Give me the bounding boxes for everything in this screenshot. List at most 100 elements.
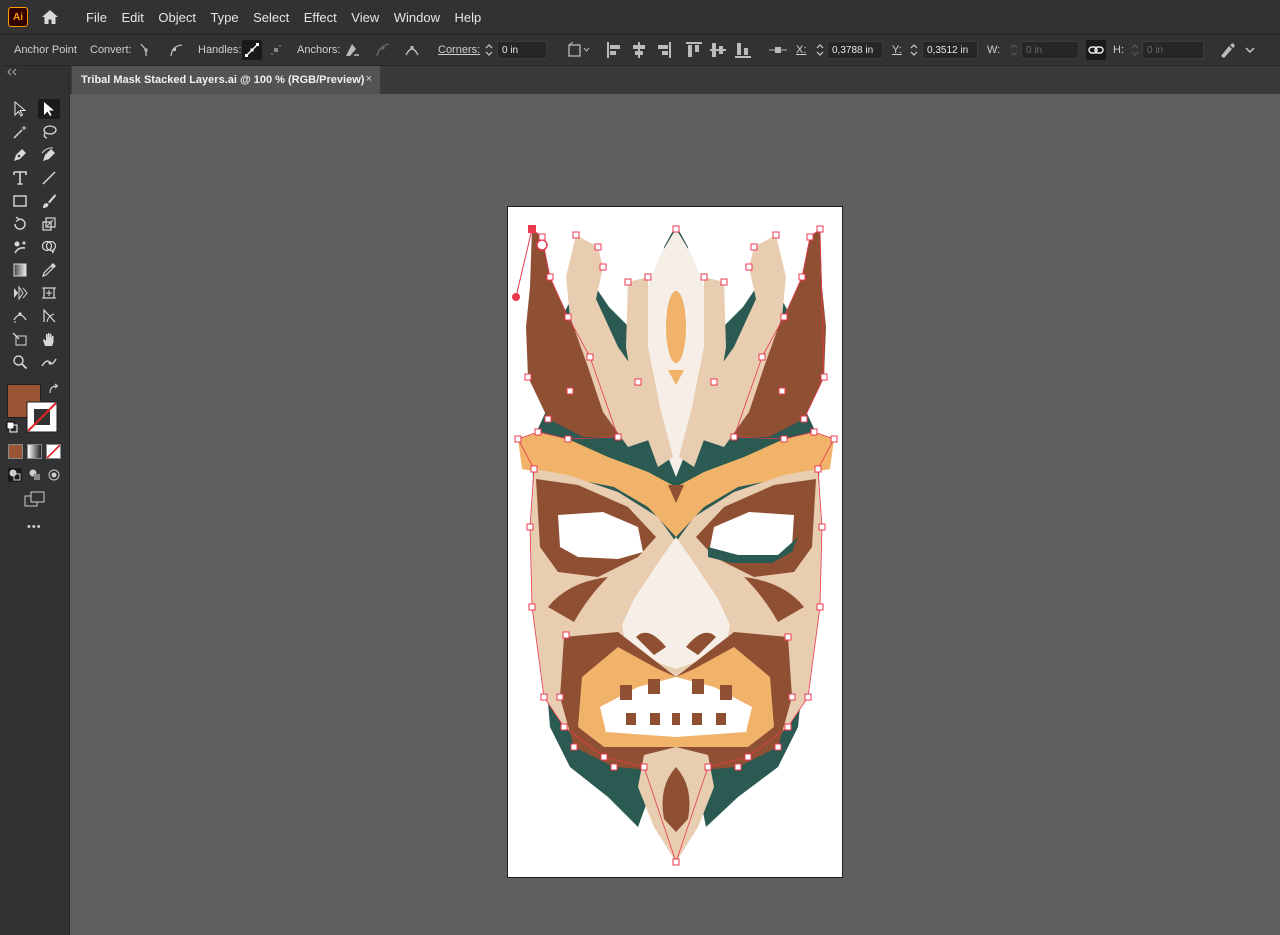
anchor-point[interactable] xyxy=(816,225,824,233)
corners-stepper-icon[interactable] xyxy=(484,42,494,58)
eyedropper-tool[interactable] xyxy=(38,260,60,280)
h-stepper-icon[interactable] xyxy=(1130,42,1140,58)
scale-tool[interactable] xyxy=(38,214,60,234)
anchor-point[interactable] xyxy=(788,693,796,701)
color-mode-button[interactable] xyxy=(8,444,23,459)
collapse-panel-icon[interactable] xyxy=(6,68,18,76)
remove-anchor-icon[interactable] xyxy=(343,41,361,59)
magic-wand-tool[interactable] xyxy=(9,122,31,142)
type-tool[interactable] xyxy=(9,168,31,188)
x-stepper-icon[interactable] xyxy=(815,42,825,58)
anchor-point[interactable] xyxy=(560,723,568,731)
anchor-point[interactable] xyxy=(530,465,538,473)
anchor-point[interactable] xyxy=(614,433,622,441)
anchor-point[interactable] xyxy=(556,693,564,701)
free-transform-tool[interactable] xyxy=(38,306,60,326)
anchor-point[interactable] xyxy=(564,313,572,321)
line-segment-tool[interactable] xyxy=(38,168,60,188)
anchor-point[interactable] xyxy=(798,273,806,281)
w-input[interactable]: 0 in xyxy=(1021,41,1079,59)
anchor-point[interactable] xyxy=(810,428,818,436)
anchor-point[interactable] xyxy=(772,231,780,239)
anchor-point[interactable] xyxy=(562,631,570,639)
direct-selection-tool[interactable] xyxy=(38,99,60,119)
gradient-mode-button[interactable] xyxy=(27,444,42,459)
anchor-point[interactable] xyxy=(780,313,788,321)
anchor-point[interactable] xyxy=(514,435,522,443)
width-tool[interactable] xyxy=(9,306,31,326)
curvature-path-tool[interactable] xyxy=(38,352,60,372)
lasso-tool[interactable] xyxy=(38,122,60,142)
anchor-point[interactable] xyxy=(526,523,534,531)
artboard-tool[interactable] xyxy=(38,283,60,303)
anchor-point[interactable] xyxy=(672,858,680,866)
curvature-tool[interactable] xyxy=(38,145,60,165)
align-middle-icon[interactable] xyxy=(710,41,726,59)
draw-normal-icon[interactable] xyxy=(8,468,22,482)
anchor-point[interactable] xyxy=(544,415,552,423)
stroke-swatch[interactable] xyxy=(26,401,58,433)
anchor-point[interactable] xyxy=(784,723,792,731)
anchor-point[interactable] xyxy=(780,435,788,443)
anchor-point[interactable] xyxy=(572,231,580,239)
menu-select[interactable]: Select xyxy=(253,10,289,25)
home-icon[interactable] xyxy=(40,7,60,27)
anchor-point[interactable] xyxy=(570,743,578,751)
anchor-point[interactable] xyxy=(528,603,536,611)
artboard[interactable] xyxy=(507,206,843,878)
anchor-point[interactable] xyxy=(634,378,642,386)
anchor-point[interactable] xyxy=(540,693,548,701)
y-input[interactable]: 0,3512 in xyxy=(922,41,978,59)
menu-effect[interactable]: Effect xyxy=(304,10,337,25)
anchor-point[interactable] xyxy=(720,278,728,286)
edit-toolbar-button[interactable]: ••• xyxy=(27,521,42,533)
align-left-icon[interactable] xyxy=(606,41,622,59)
mask-forehead-drop[interactable] xyxy=(666,291,686,363)
anchor-point[interactable] xyxy=(818,523,826,531)
menu-window[interactable]: Window xyxy=(394,10,440,25)
anchor-point[interactable] xyxy=(644,273,652,281)
anchor-point[interactable] xyxy=(784,633,792,641)
shape-builder-tool[interactable] xyxy=(38,237,60,257)
anchor-point[interactable] xyxy=(730,433,738,441)
anchor-point[interactable] xyxy=(600,753,608,761)
anchor-point[interactable] xyxy=(594,243,602,251)
rotate-tool[interactable] xyxy=(9,214,31,234)
constrain-proportions-button[interactable] xyxy=(1086,40,1106,60)
hide-handles-icon[interactable] xyxy=(268,42,284,58)
corners-input[interactable]: 0 in xyxy=(497,41,547,59)
tribal-mask-artwork[interactable] xyxy=(508,207,844,879)
anchor-point[interactable] xyxy=(804,693,812,701)
anchor-point[interactable] xyxy=(820,373,828,381)
anchor-point[interactable] xyxy=(610,763,618,771)
anchor-point[interactable] xyxy=(546,273,554,281)
convert-smooth-icon[interactable] xyxy=(168,42,184,58)
y-stepper-icon[interactable] xyxy=(909,42,919,58)
anchor-point[interactable] xyxy=(710,378,718,386)
connect-anchor-icon[interactable] xyxy=(374,41,392,59)
anchor-point[interactable] xyxy=(586,353,594,361)
menu-edit[interactable]: Edit xyxy=(121,10,143,25)
slice-tool[interactable] xyxy=(9,329,31,349)
anchor-point[interactable] xyxy=(744,753,752,761)
chevron-down-icon[interactable] xyxy=(1244,44,1256,56)
transform-corner-icon[interactable] xyxy=(566,41,590,59)
anchor-point[interactable] xyxy=(624,278,632,286)
anchor-point[interactable] xyxy=(800,415,808,423)
anchor-point[interactable] xyxy=(830,435,838,443)
anchor-point[interactable] xyxy=(750,243,758,251)
default-fill-stroke-icon[interactable] xyxy=(6,421,18,433)
align-top-icon[interactable] xyxy=(686,41,702,59)
hand-tool[interactable] xyxy=(38,329,60,349)
draw-behind-icon[interactable] xyxy=(28,468,42,482)
align-bottom-icon[interactable] xyxy=(735,41,751,59)
selected-handle-point[interactable] xyxy=(512,293,520,301)
corners-label[interactable]: Corners: xyxy=(438,35,480,65)
anchor-point[interactable] xyxy=(758,353,766,361)
anchor-point[interactable] xyxy=(704,763,712,771)
anchor-point[interactable] xyxy=(672,225,680,233)
document-tab[interactable]: Tribal Mask Stacked Layers.ai @ 100 % (R… xyxy=(72,66,380,94)
align-right-icon[interactable] xyxy=(656,41,672,59)
change-screen-mode-icon[interactable] xyxy=(24,490,46,508)
w-stepper-icon[interactable] xyxy=(1009,42,1019,58)
